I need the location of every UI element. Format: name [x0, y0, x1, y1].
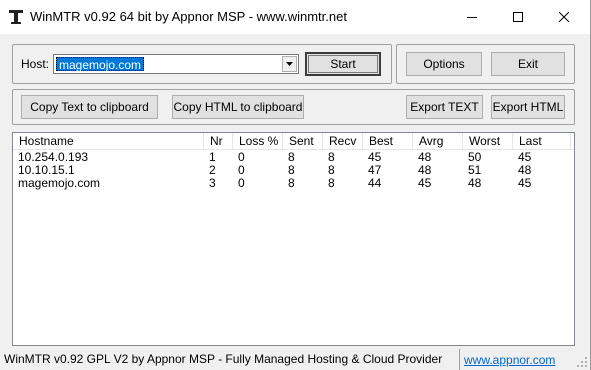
- worst-cell: 48: [468, 177, 482, 190]
- nr-cell: 3: [209, 177, 216, 190]
- hostname-cell: magemojo.com: [18, 177, 101, 190]
- sent-cell: 8: [288, 177, 295, 190]
- best-cell: 45: [368, 151, 382, 164]
- copy-html-button[interactable]: Copy HTML to clipboard: [172, 95, 304, 119]
- maximize-button[interactable]: [495, 0, 541, 33]
- start-button[interactable]: Start: [305, 52, 381, 76]
- worst-cell: 51: [468, 164, 482, 177]
- column-header-loss[interactable]: Loss %: [233, 133, 283, 150]
- best-cell: 44: [368, 177, 382, 190]
- column-header-best[interactable]: Best: [363, 133, 413, 150]
- column-header-avrg[interactable]: Avrg: [413, 133, 463, 150]
- avrg-cell: 45: [418, 177, 432, 190]
- last-cell: 45: [518, 177, 532, 190]
- export-text-button[interactable]: Export TEXT: [406, 95, 483, 119]
- status-divider: [459, 349, 460, 370]
- resize-grip-icon[interactable]: [576, 356, 588, 368]
- table-row[interactable]: 10.254.0.193 1 0 8 8 45 48 50 45: [13, 151, 574, 164]
- host-input-value[interactable]: magemojo.com: [56, 57, 145, 72]
- sent-cell: 8: [288, 164, 295, 177]
- chevron-down-icon: [286, 62, 293, 66]
- minimize-button[interactable]: [449, 0, 495, 33]
- hostname-cell: 10.254.0.193: [18, 151, 89, 164]
- last-cell: 48: [518, 164, 532, 177]
- best-cell: 47: [368, 164, 382, 177]
- status-text: WinMTR v0.92 GPL V2 by Appnor MSP - Full…: [4, 352, 443, 366]
- recv-cell: 8: [328, 164, 335, 177]
- nr-cell: 1: [209, 151, 216, 164]
- loss-cell: 0: [238, 177, 245, 190]
- window-title: WinMTR v0.92 64 bit by Appnor MSP - www.…: [30, 9, 347, 24]
- recv-cell: 8: [328, 177, 335, 190]
- table-row[interactable]: 10.10.15.1 2 0 8 8 47 48 51 48: [13, 164, 574, 177]
- export-html-button[interactable]: Export HTML: [491, 95, 565, 119]
- column-header-recv[interactable]: Recv: [323, 133, 363, 150]
- loss-cell: 0: [238, 164, 245, 177]
- title-bar[interactable]: WinMTR v0.92 64 bit by Appnor MSP - www.…: [0, 0, 590, 34]
- exit-button[interactable]: Exit: [491, 52, 565, 76]
- results-table[interactable]: Hostname Nr Loss % Sent Recv Best Avrg W…: [12, 132, 575, 346]
- host-combobox[interactable]: magemojo.com: [53, 54, 299, 74]
- column-header-worst[interactable]: Worst: [463, 133, 513, 150]
- host-label: Host:: [21, 57, 50, 71]
- table-row[interactable]: magemojo.com 3 0 8 8 44 45 48 45: [13, 177, 574, 190]
- column-header-last[interactable]: Last: [513, 133, 571, 150]
- nr-cell: 2: [209, 164, 216, 177]
- column-header-hostname[interactable]: Hostname: [13, 133, 204, 150]
- last-cell: 45: [518, 151, 532, 164]
- appnor-link[interactable]: www.appnor.com: [464, 353, 555, 367]
- hostname-cell: 10.10.15.1: [18, 164, 75, 177]
- maximize-icon: [513, 11, 523, 22]
- worst-cell: 50: [468, 151, 482, 164]
- column-header-sent[interactable]: Sent: [283, 133, 323, 150]
- winmtr-window: WinMTR v0.92 64 bit by Appnor MSP - www.…: [0, 0, 591, 370]
- close-button[interactable]: [541, 0, 587, 33]
- options-button[interactable]: Options: [406, 52, 482, 76]
- host-dropdown-button[interactable]: [282, 56, 297, 72]
- minimize-icon: [467, 16, 477, 18]
- winmtr-app-icon: [8, 9, 24, 25]
- close-icon: [559, 11, 569, 22]
- loss-cell: 0: [238, 151, 245, 164]
- column-header-nr[interactable]: Nr: [204, 133, 233, 150]
- table-body: 10.254.0.193 1 0 8 8 45 48 50 45 10.10.1…: [13, 151, 574, 190]
- sent-cell: 8: [288, 151, 295, 164]
- table-header: Hostname Nr Loss % Sent Recv Best Avrg W…: [13, 133, 574, 150]
- avrg-cell: 48: [418, 151, 432, 164]
- copy-text-button[interactable]: Copy Text to clipboard: [21, 95, 158, 119]
- avrg-cell: 48: [418, 164, 432, 177]
- recv-cell: 8: [328, 151, 335, 164]
